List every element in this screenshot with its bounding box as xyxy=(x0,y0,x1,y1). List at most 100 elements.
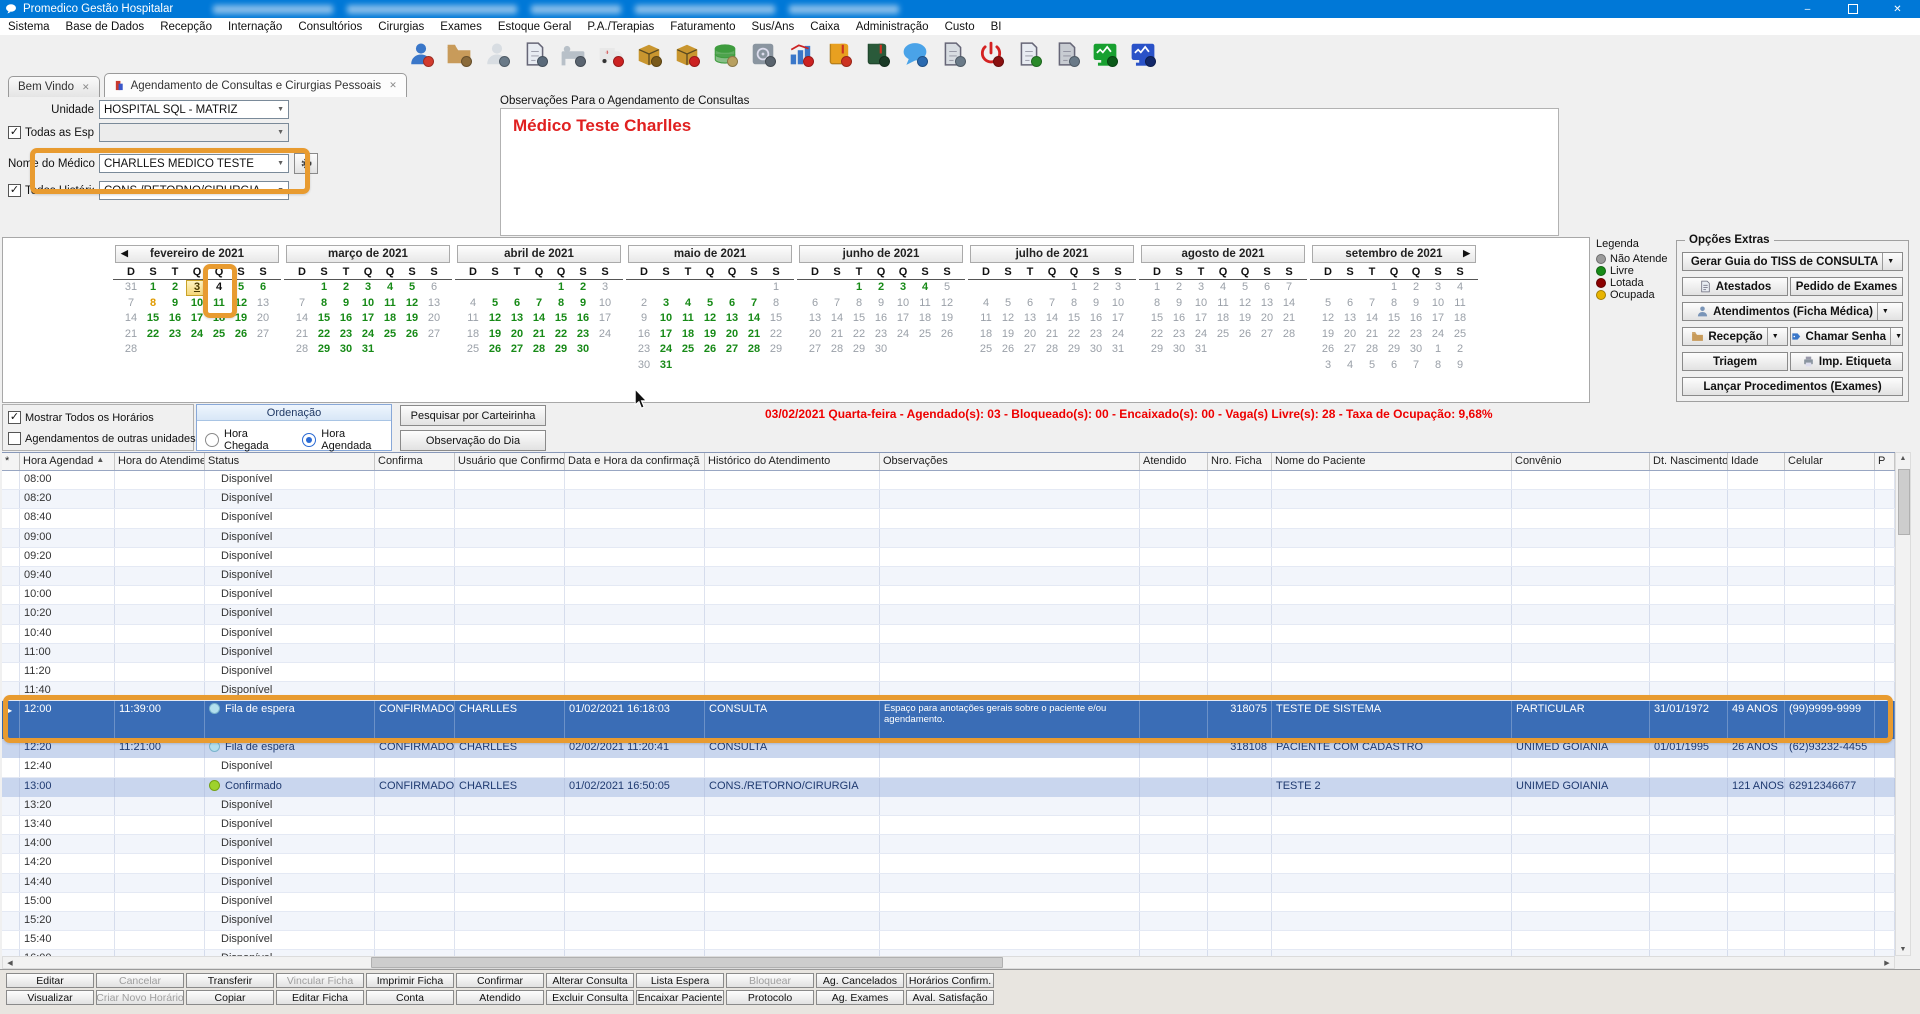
calendar-day[interactable] xyxy=(462,280,484,296)
calendar-day[interactable]: 19 xyxy=(699,327,721,343)
calendar-day[interactable]: 27 xyxy=(506,342,528,358)
table-row[interactable]: 13:00ConfirmadoCONFIRMADOCHARLLES01/02/2… xyxy=(2,778,1895,797)
calendar-day[interactable]: 9 xyxy=(164,296,186,312)
calendar-day[interactable]: 6 xyxy=(804,296,826,312)
calendar-day[interactable]: 21 xyxy=(528,327,550,343)
calendar-day[interactable]: 13 xyxy=(1019,311,1041,327)
calendar-day[interactable]: 7 xyxy=(120,296,142,312)
calendar-day[interactable] xyxy=(484,280,506,296)
calendar-day[interactable]: 4 xyxy=(208,280,230,296)
calendar-day[interactable]: 7 xyxy=(1278,280,1300,296)
calendar-day[interactable]: 20 xyxy=(721,327,743,343)
calendar-day[interactable]: 16 xyxy=(164,311,186,327)
protocolo-button[interactable]: Protocolo xyxy=(726,990,814,1005)
column-header-dataconf[interactable]: Data e Hora da confirmaçã xyxy=(565,453,705,470)
calendar-day[interactable]: 12 xyxy=(1317,311,1339,327)
excluir-consulta-button[interactable]: Excluir Consulta xyxy=(546,990,634,1005)
calendar-day[interactable]: 11 xyxy=(379,296,401,312)
calendar-day[interactable]: 26 xyxy=(699,342,721,358)
calendar-day[interactable]: 26 xyxy=(401,327,423,343)
calendar-day[interactable]: 11 xyxy=(975,311,997,327)
especialidade-combobox[interactable]: ▼ xyxy=(99,123,289,142)
todos-historicos-checkbox[interactable]: ✓ Todos Históricos xyxy=(8,184,94,197)
calendar-day[interactable]: 6 xyxy=(721,296,743,312)
menu-sistema[interactable]: Sistema xyxy=(0,21,58,33)
calendar-day[interactable]: 30 xyxy=(633,358,655,374)
calendar-day[interactable]: 17 xyxy=(1107,311,1129,327)
calendar-day[interactable]: 28 xyxy=(743,342,765,358)
calendar-day[interactable]: 23 xyxy=(1405,327,1427,343)
calendar-day[interactable]: 4 xyxy=(1212,280,1234,296)
chamar-senha-button[interactable]: Chamar Senha▼ xyxy=(1790,327,1903,346)
calendar-day[interactable]: 1 xyxy=(550,280,572,296)
calendar-day[interactable] xyxy=(975,280,997,296)
calendar-day[interactable]: 27 xyxy=(804,342,826,358)
column-header-time[interactable]: Hora Agendad▲ xyxy=(20,453,115,470)
calendar-day[interactable]: 6 xyxy=(1339,296,1361,312)
tab-close-icon[interactable]: ✕ xyxy=(82,82,90,93)
atestados-button[interactable]: Atestados xyxy=(1682,277,1788,296)
calendar-day[interactable]: 4 xyxy=(1339,358,1361,374)
table-row[interactable]: 10:00Disponível xyxy=(2,586,1895,605)
calendar-day[interactable] xyxy=(506,280,528,296)
calendar-day[interactable]: 24 xyxy=(357,327,379,343)
month-header[interactable]: março de 2021 xyxy=(286,245,450,263)
calendar-day[interactable]: 2 xyxy=(335,280,357,296)
calendar-day[interactable]: 20 xyxy=(423,311,445,327)
calendar-day[interactable]: 26 xyxy=(1317,342,1339,358)
chat-icon[interactable] xyxy=(900,39,930,69)
calendar-day[interactable]: 15 xyxy=(1063,311,1085,327)
recepcao-button[interactable]: Recepção▼ xyxy=(1682,327,1788,346)
medico-settings-button[interactable] xyxy=(294,153,318,174)
calendar-day[interactable]: 17 xyxy=(594,311,616,327)
calendar-day[interactable]: 16 xyxy=(1405,311,1427,327)
column-header-attend[interactable]: Hora do Atendime xyxy=(115,453,205,470)
calendar-day[interactable] xyxy=(1256,342,1278,358)
calendar-day[interactable]: 1 xyxy=(142,280,164,296)
calendar-day[interactable]: 3 xyxy=(1190,280,1212,296)
calendar-day[interactable] xyxy=(401,342,423,358)
menu-sus-ans[interactable]: Sus/Ans xyxy=(743,21,802,33)
calendar-day[interactable]: 6 xyxy=(423,280,445,296)
calendar-day[interactable]: 10 xyxy=(186,296,208,312)
alterar-consulta-button[interactable]: Alterar Consulta xyxy=(546,973,634,988)
horizontal-scroll-thumb[interactable] xyxy=(371,957,1003,968)
calendar-day[interactable]: 7 xyxy=(1361,296,1383,312)
month-header[interactable]: abril de 2021 xyxy=(457,245,621,263)
calendar-day[interactable]: 24 xyxy=(594,327,616,343)
calendar-day[interactable]: 8 xyxy=(142,296,164,312)
confirmar-button[interactable]: Confirmar xyxy=(456,973,544,988)
calendar-day[interactable]: 29 xyxy=(1383,342,1405,358)
calendar-day[interactable]: 31 xyxy=(655,358,677,374)
calendar-day[interactable]: 27 xyxy=(1019,342,1041,358)
vertical-scroll-thumb[interactable] xyxy=(1898,469,1910,535)
calendar-day[interactable]: 17 xyxy=(892,311,914,327)
calendar-day[interactable]: 22 xyxy=(1383,327,1405,343)
calendar-day[interactable] xyxy=(164,342,186,358)
calendar-day[interactable]: 17 xyxy=(1190,311,1212,327)
encaixar-paciente-button[interactable]: Encaixar Paciente xyxy=(636,990,724,1005)
table-row[interactable]: 12:2011:21:00Fila de esperaCONFIRMADOCHA… xyxy=(2,739,1895,758)
calendar-day[interactable]: 30 xyxy=(572,342,594,358)
aval-satisfa-o-button[interactable]: Aval. Satisfação xyxy=(906,990,994,1005)
calendar-day[interactable]: 3 xyxy=(1107,280,1129,296)
calendar-day[interactable] xyxy=(743,358,765,374)
calendar-day[interactable]: 21 xyxy=(1041,327,1063,343)
calendar-day[interactable]: 24 xyxy=(1107,327,1129,343)
calendar-day[interactable]: 14 xyxy=(743,311,765,327)
calendar-day[interactable]: 19 xyxy=(230,311,252,327)
calendar-day[interactable]: 31 xyxy=(357,342,379,358)
calendar-day[interactable]: 3 xyxy=(892,280,914,296)
calendar-day[interactable]: 8 xyxy=(313,296,335,312)
calendar-day[interactable] xyxy=(721,280,743,296)
lancar-procedimentos-button[interactable]: Lançar Procedimentos (Exames) xyxy=(1682,377,1903,396)
calendar-day[interactable]: 16 xyxy=(633,327,655,343)
calendar-day[interactable]: 22 xyxy=(142,327,164,343)
calendar-day[interactable] xyxy=(252,342,274,358)
calendar-day[interactable]: 15 xyxy=(765,311,787,327)
calendar-day[interactable]: 5 xyxy=(699,296,721,312)
minimize-button[interactable]: – xyxy=(1785,0,1830,18)
calendar-day[interactable]: 20 xyxy=(1339,327,1361,343)
calendar-day[interactable]: 8 xyxy=(1063,296,1085,312)
visualizar-button[interactable]: Visualizar xyxy=(6,990,94,1005)
